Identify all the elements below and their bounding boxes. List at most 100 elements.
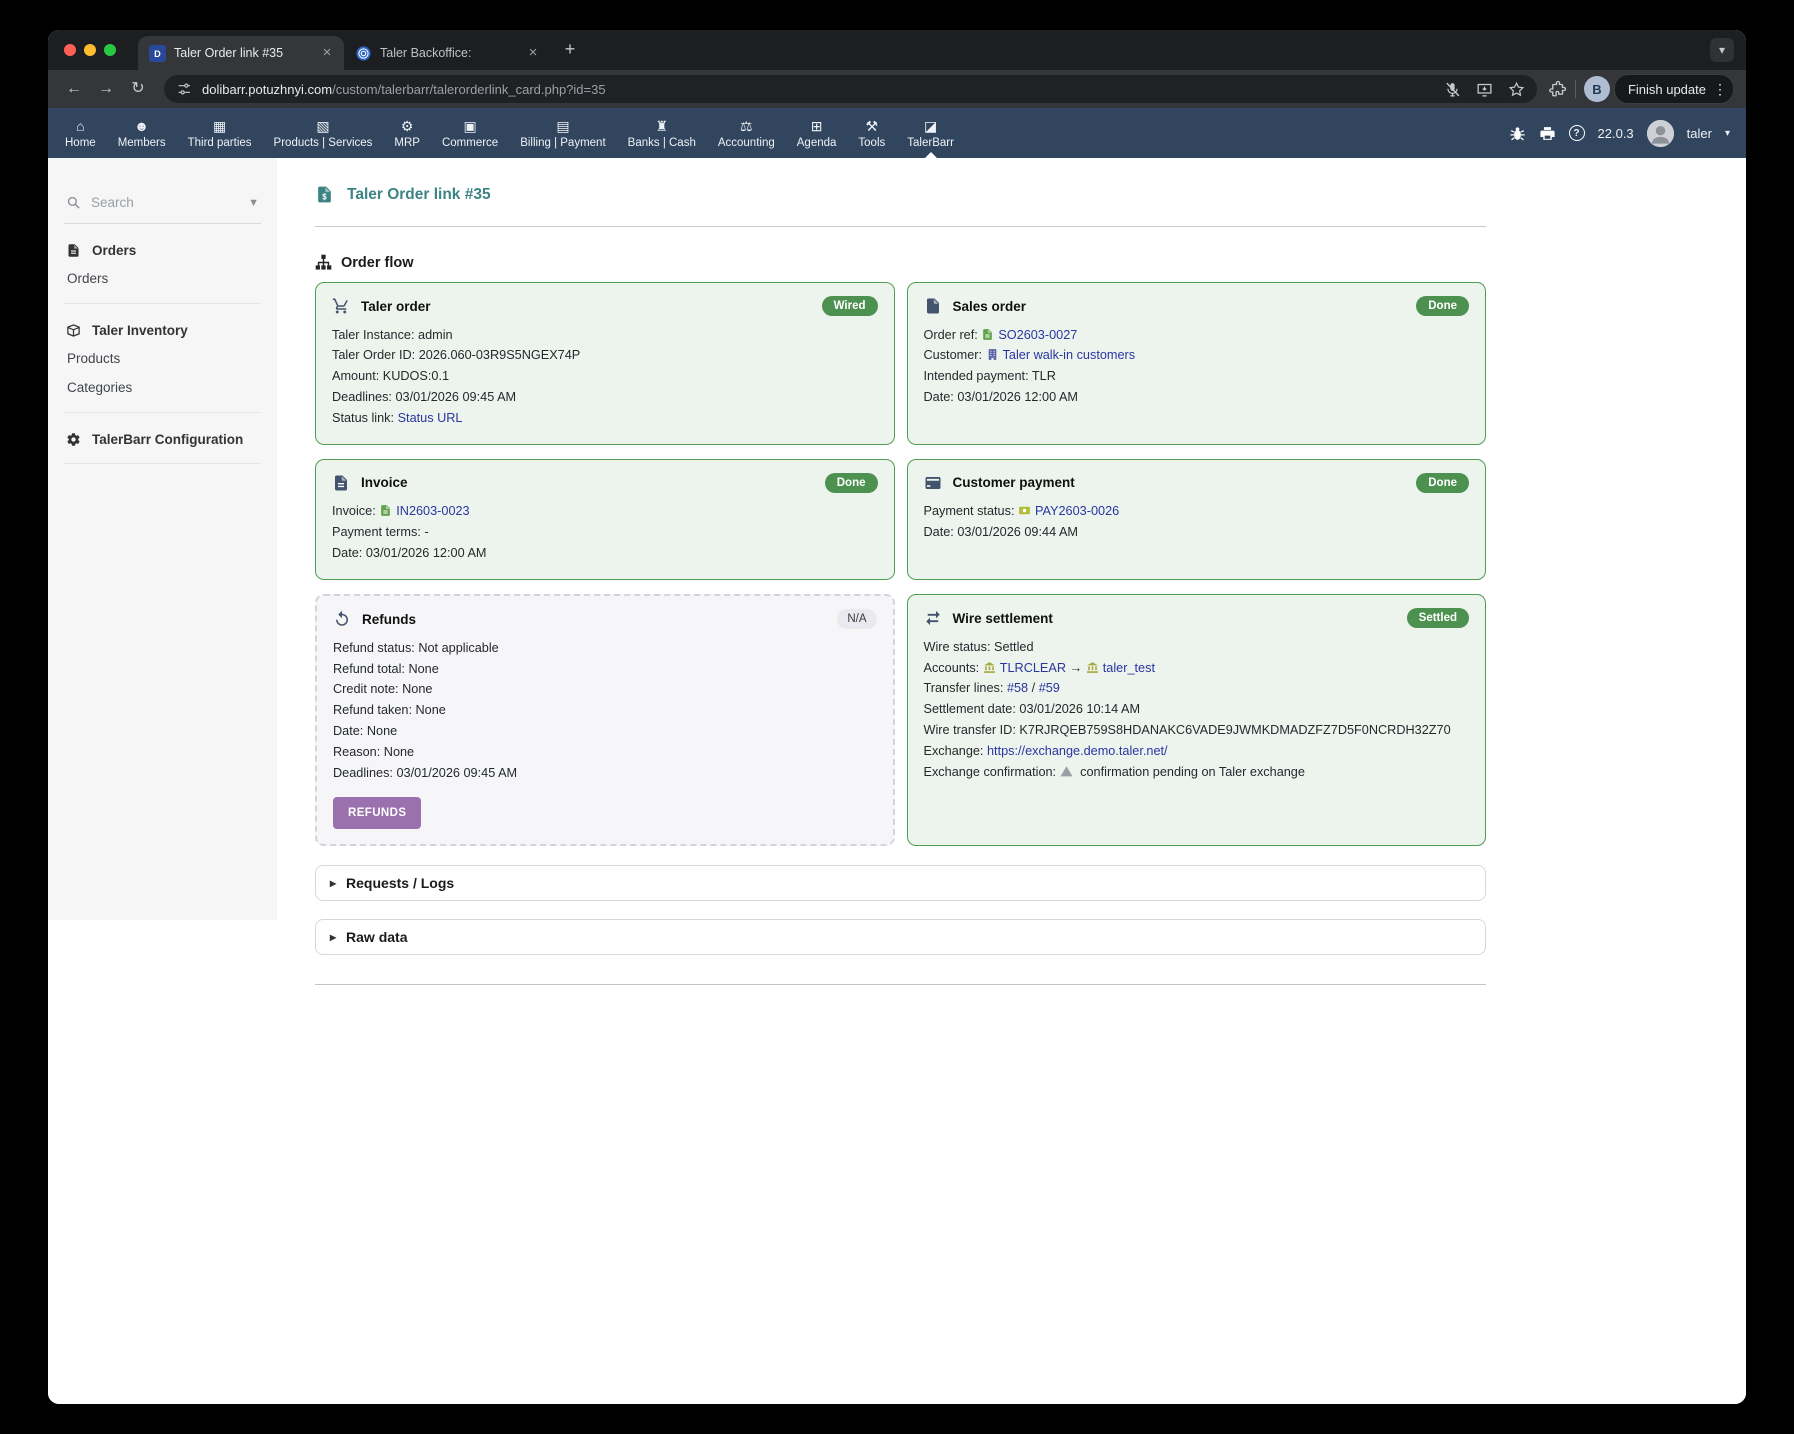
user-menu-chevron-icon[interactable]: ▾: [1725, 128, 1730, 139]
status-badge: N/A: [837, 609, 876, 629]
sidebar-item-products[interactable]: Products: [66, 344, 259, 373]
sidebar-section-title[interactable]: TalerBarr Configuration: [66, 426, 259, 453]
nav-item-label: TalerBarr: [907, 137, 954, 149]
collapsible-label: Requests / Logs: [346, 875, 454, 891]
card-link[interactable]: SO2603-0027: [998, 328, 1077, 342]
bookmark-star-icon[interactable]: [1508, 81, 1525, 98]
sidebar-item-orders[interactable]: Orders: [66, 264, 259, 293]
card-link[interactable]: #58: [1007, 681, 1028, 695]
nav-item-home[interactable]: ⌂ Home: [54, 108, 107, 158]
card-text: Refund status: Not applicable: [333, 641, 499, 655]
card-line: Wire transfer ID: K7RJRQEB759S8HDANAKC6V…: [924, 721, 1470, 742]
third-parties-icon: ▦: [213, 118, 226, 135]
forward-icon[interactable]: →: [92, 75, 120, 103]
refunds-button[interactable]: REFUNDS: [333, 797, 421, 829]
card-link[interactable]: #59: [1039, 681, 1060, 695]
user-avatar[interactable]: [1647, 120, 1674, 147]
nav-item-billing-payment[interactable]: ▤Billing | Payment: [509, 108, 616, 158]
install-icon[interactable]: [1476, 81, 1493, 98]
site-settings-icon[interactable]: [176, 81, 192, 97]
card-text: Date: 03/01/2026 12:00 AM: [332, 546, 486, 560]
nav-item-label: Banks | Cash: [628, 137, 696, 149]
address-bar[interactable]: dolibarr.potuzhnyi.com /custom/talerbarr…: [164, 75, 1537, 103]
card-link[interactable]: IN2603-0023: [396, 504, 469, 518]
card-line: Credit note: None: [333, 680, 877, 701]
profile-avatar[interactable]: B: [1584, 76, 1610, 102]
dolibarr-favicon: D: [149, 45, 166, 62]
nav-item-commerce[interactable]: ▣Commerce: [431, 108, 509, 158]
card-link[interactable]: https://exchange.demo.taler.net/: [987, 744, 1168, 758]
browser-tab[interactable]: Taler Backoffice:×: [344, 36, 550, 70]
search-dropdown-caret-icon[interactable]: ▼: [248, 197, 259, 209]
card-link[interactable]: Status URL: [398, 411, 463, 425]
print-icon[interactable]: [1539, 125, 1556, 142]
sidebar-section: Orders Orders: [64, 224, 261, 304]
card-invoice: InvoiceDoneInvoice: IN2603-0023Payment t…: [315, 459, 895, 580]
card-customer-payment: Customer paymentDonePayment status: PAY2…: [907, 459, 1487, 580]
tab-close-icon[interactable]: ×: [318, 44, 336, 62]
card-link[interactable]: PAY2603-0026: [1035, 504, 1119, 518]
nav-item-label: Home: [65, 137, 96, 149]
card-line: Taler Instance: admin: [332, 325, 878, 346]
sidebar-section-title[interactable]: Taler Inventory: [66, 317, 259, 344]
card-line: Payment status: PAY2603-0026: [924, 502, 1470, 523]
nav-item-talerbarr[interactable]: ◪TalerBarr: [896, 108, 965, 158]
billing-icon: ▤: [556, 118, 569, 135]
chevron-right-icon: ▸: [330, 876, 336, 890]
accounting-icon: ⚖: [740, 118, 753, 135]
nav-item-members[interactable]: ☻Members: [107, 108, 177, 158]
nav-item-mrp[interactable]: ⚙MRP: [383, 108, 431, 158]
card-line: Refund status: Not applicable: [333, 638, 877, 659]
card-line: Payment terms: -: [332, 523, 878, 544]
card-header: Taler orderWired: [332, 296, 878, 316]
extensions-icon[interactable]: [1549, 80, 1567, 98]
reload-icon[interactable]: ↻: [124, 75, 152, 103]
collapsible-requests-logs[interactable]: ▸ Requests / Logs: [315, 865, 1486, 901]
card-text: Credit note: None: [333, 682, 432, 696]
close-window-button[interactable]: [64, 44, 76, 56]
card-line: Refund taken: None: [333, 701, 877, 722]
tab-close-icon[interactable]: ×: [524, 44, 542, 62]
order-flow-cards: Taler orderWired Taler Instance: admin Tal…: [315, 282, 1486, 846]
url-path: /custom/talerbarr/talerorderlink_card.ph…: [332, 82, 606, 97]
document-green-icon: [379, 504, 392, 517]
status-badge: Settled: [1407, 608, 1469, 628]
browser-tab[interactable]: DTaler Order link #35×: [138, 36, 344, 70]
nav-item-banks-cash[interactable]: ♜Banks | Cash: [617, 108, 707, 158]
nav-item-accounting[interactable]: ⚖Accounting: [707, 108, 786, 158]
new-tab-button[interactable]: +: [556, 36, 584, 64]
card-link[interactable]: TLRCLEAR: [1000, 661, 1066, 675]
browser-toolbar: ← → ↻ dolibarr.potuzhnyi.com /custom/tal…: [48, 70, 1746, 108]
nav-item-third-parties[interactable]: ▦Third parties: [177, 108, 263, 158]
sidebar-section-label: Orders: [92, 243, 136, 258]
sidebar-item-categories[interactable]: Categories: [66, 373, 259, 402]
help-icon[interactable]: ?: [1569, 125, 1585, 141]
card-text: Exchange:: [924, 744, 987, 758]
sidebar-section-label: TalerBarr Configuration: [92, 432, 243, 447]
search-input[interactable]: [89, 194, 240, 211]
card-text: Reason: None: [333, 745, 414, 759]
card-line: Accounts: TLRCLEAR → taler_test: [924, 658, 1470, 679]
card-link[interactable]: Taler walk-in customers: [1003, 348, 1136, 362]
browser-menu-icon[interactable]: ⋮: [1713, 81, 1727, 98]
collapsible-raw-data[interactable]: ▸Raw data: [315, 919, 1486, 955]
sidebar-section-title[interactable]: Orders: [66, 237, 259, 264]
finish-update-button[interactable]: Finish update ⋮: [1614, 74, 1734, 104]
minimize-window-button[interactable]: [84, 44, 96, 56]
tab-search-chevron-icon[interactable]: ▾: [1710, 38, 1734, 62]
nav-item-products-services[interactable]: ▧Products | Services: [263, 108, 384, 158]
zoom-window-button[interactable]: [104, 44, 116, 56]
bug-report-icon[interactable]: [1509, 125, 1526, 142]
user-name[interactable]: taler: [1687, 126, 1712, 141]
nav-item-agenda[interactable]: ⊞Agenda: [786, 108, 848, 158]
card-text: confirmation pending on Taler exchange: [1077, 765, 1305, 779]
mic-off-icon[interactable]: [1444, 81, 1461, 98]
home-icon: ⌂: [76, 118, 84, 135]
back-icon[interactable]: ←: [60, 75, 88, 103]
card-text: Refund total: None: [333, 662, 439, 676]
sidebar: ▼ Orders Orders Taler InventoryProductsCat…: [48, 158, 277, 920]
url-host: dolibarr.potuzhnyi.com: [202, 82, 332, 97]
bank-icon: [983, 661, 996, 674]
nav-item-tools[interactable]: ⚒Tools: [847, 108, 896, 158]
card-link[interactable]: taler_test: [1103, 661, 1155, 675]
